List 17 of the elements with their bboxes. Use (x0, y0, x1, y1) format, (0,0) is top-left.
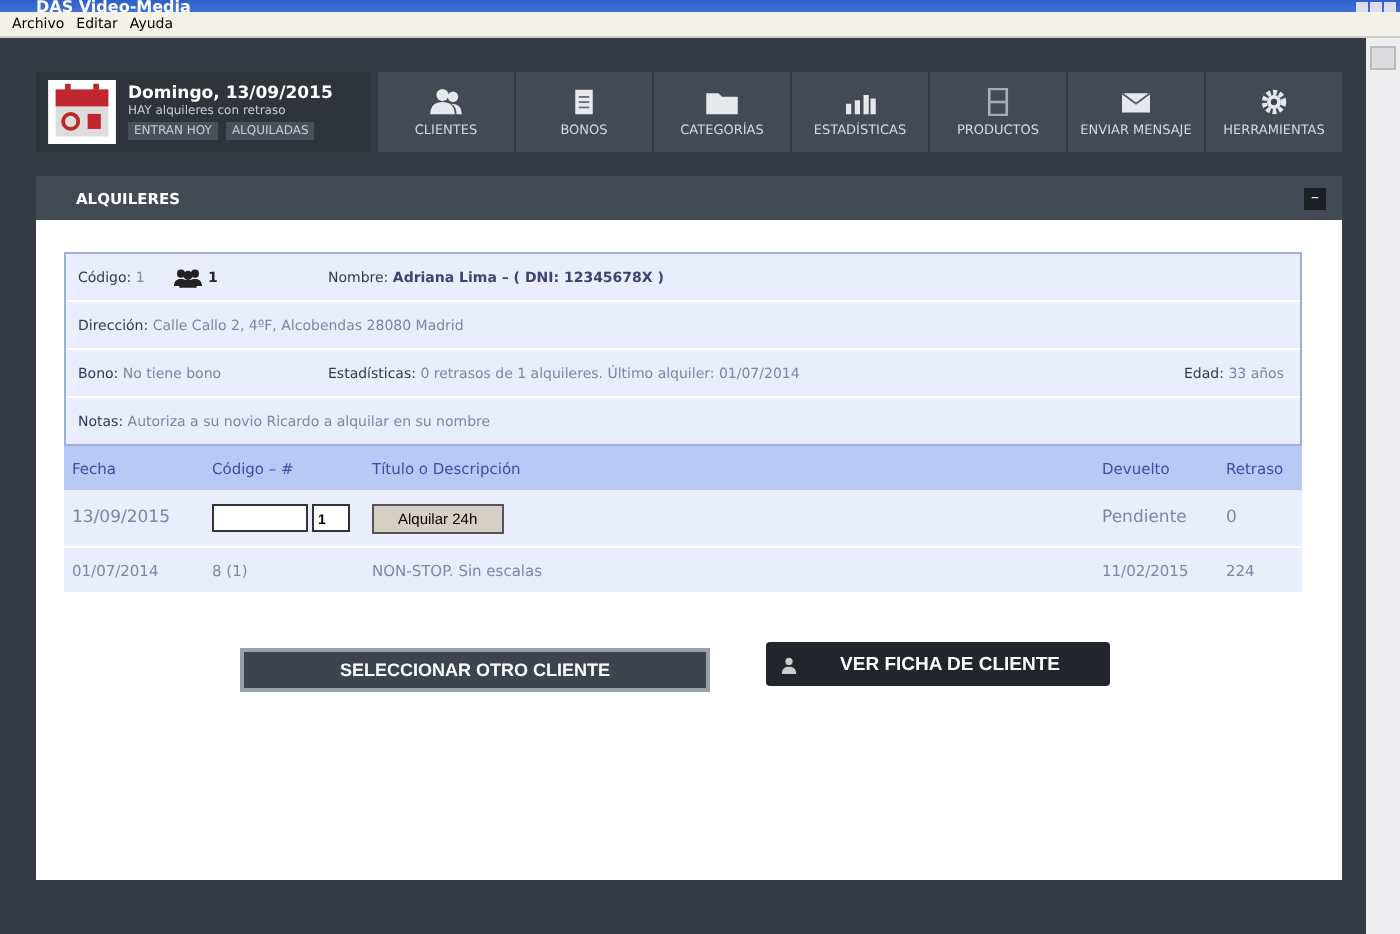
select-client-button[interactable]: SELECCIONAR OTRO CLIENTE (240, 648, 710, 692)
table-cell-text: Pendiente (1102, 508, 1189, 528)
table-cell-text: 13/09/2015 (72, 508, 172, 528)
envelope-icon (1118, 87, 1154, 115)
people-icon (428, 87, 464, 115)
folder-icon (704, 87, 740, 115)
client-file-button[interactable]: VER FICHA DE CLIENTE (766, 642, 1110, 686)
calendar-icon (48, 80, 116, 144)
date-text: Domingo, 13/09/2015 (128, 84, 333, 104)
user-icon (780, 655, 798, 673)
settings-icon (1256, 87, 1292, 115)
table-cell-text: 0 (1226, 508, 1239, 528)
collapse-button[interactable]: – (1304, 187, 1326, 209)
code-input[interactable] (212, 504, 308, 532)
group-icon (174, 267, 202, 287)
window-title: DAS Video-Media (34, 0, 191, 14)
scroll-up-button[interactable] (1370, 46, 1396, 70)
